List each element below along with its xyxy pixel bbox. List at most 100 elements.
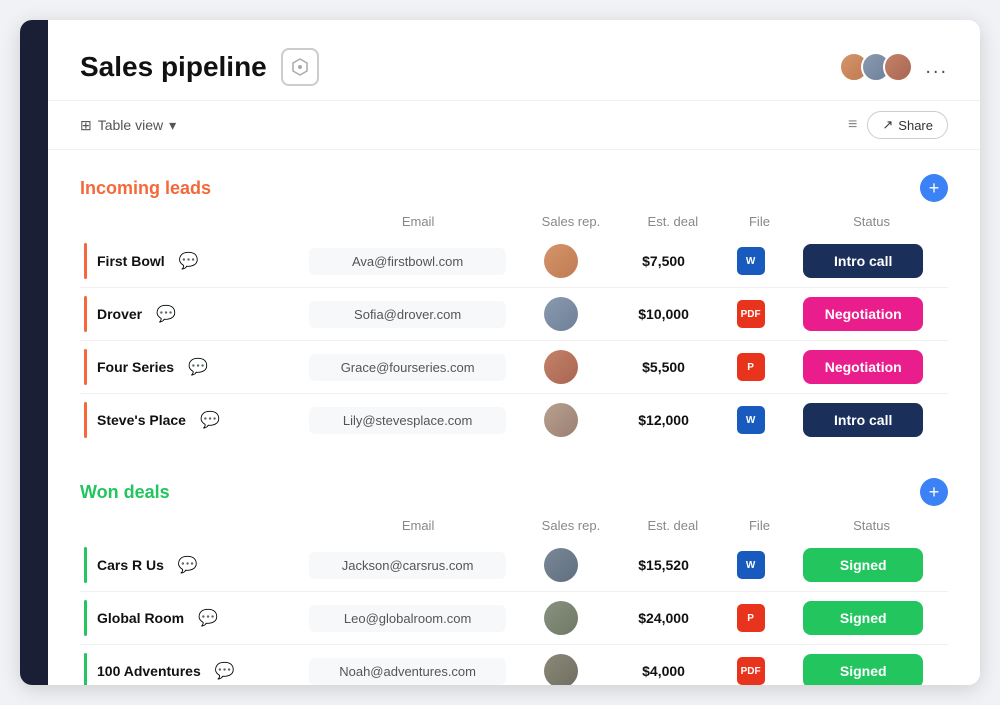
table-icon: ⊞ [80, 117, 92, 134]
won-col-name [92, 518, 316, 533]
status-button[interactable]: Intro call [803, 403, 923, 437]
file-badge[interactable]: PDF [737, 300, 765, 328]
share-button[interactable]: ↗ Share [867, 111, 948, 139]
left-bar [84, 600, 87, 636]
status-button[interactable]: Signed [803, 601, 923, 635]
cell-deal-1: $10,000 [612, 306, 714, 322]
cell-file-0: W [715, 551, 787, 579]
rep-avatar [544, 654, 578, 685]
won-rows: Cars R Us 💬 Jackson@carsrus.com $15,520 … [80, 539, 948, 685]
cell-file-1: PDF [715, 300, 787, 328]
cell-status-2: Negotiation [786, 350, 940, 384]
table-row: First Bowl 💬 Ava@firstbowl.com $7,500 W … [80, 235, 948, 288]
won-deals-section: Won deals + Email Sales rep. Est. deal F… [80, 478, 948, 685]
cell-email-1: Sofia@drover.com [309, 301, 506, 328]
toolbar: ⊞ Table view ▾ ≡ ↗ Share [48, 101, 980, 150]
table-row: Four Series 💬 Grace@fourseries.com $5,50… [80, 341, 948, 394]
hex-icon[interactable] [281, 48, 319, 86]
won-col-file: File [724, 518, 795, 533]
file-badge[interactable]: P [737, 353, 765, 381]
toolbar-right: ≡ ↗ Share [848, 111, 948, 139]
won-table: Email Sales rep. Est. deal File Status C… [80, 518, 948, 685]
rep-avatar [544, 297, 578, 331]
cell-email-0: Jackson@carsrus.com [309, 552, 506, 579]
cell-name-3: Steve's Place 💬 [80, 402, 305, 438]
chat-icon[interactable]: 💬 [188, 357, 208, 377]
status-button[interactable]: Signed [803, 548, 923, 582]
col-name [92, 214, 316, 229]
cell-deal-1: $24,000 [612, 610, 714, 626]
lead-name: Drover [97, 306, 142, 322]
file-badge[interactable]: W [737, 406, 765, 434]
col-file: File [724, 214, 795, 229]
status-button[interactable]: Intro call [803, 244, 923, 278]
file-badge[interactable]: W [737, 551, 765, 579]
header-left: Sales pipeline [80, 48, 319, 86]
rep-avatar [544, 350, 578, 384]
cell-file-2: PDF [715, 657, 787, 685]
team-avatars [839, 52, 913, 82]
table-row: 100 Adventures 💬 Noah@adventures.com $4,… [80, 645, 948, 685]
more-button[interactable]: ... [925, 56, 948, 79]
chat-icon[interactable]: 💬 [200, 410, 220, 430]
add-incoming-button[interactable]: + [920, 174, 948, 202]
table-row: Steve's Place 💬 Lily@stevesplace.com $12… [80, 394, 948, 446]
chat-icon[interactable]: 💬 [156, 304, 176, 324]
left-bar [84, 349, 87, 385]
won-section-header-row: Won deals + [80, 478, 948, 506]
col-rep: Sales rep. [520, 214, 622, 229]
table-row: Global Room 💬 Leo@globalroom.com $24,000… [80, 592, 948, 645]
table-view-toggle[interactable]: ⊞ Table view ▾ [80, 117, 176, 134]
table-row: Drover 💬 Sofia@drover.com $10,000 PDF Ne… [80, 288, 948, 341]
section-header-row: Incoming leads + [80, 174, 948, 202]
sidebar [20, 20, 48, 685]
file-badge[interactable]: PDF [737, 657, 765, 685]
left-bar [84, 296, 87, 332]
cell-file-3: W [715, 406, 787, 434]
cell-status-2: Signed [786, 654, 940, 685]
chat-icon[interactable]: 💬 [179, 251, 199, 271]
cell-email-0: Ava@firstbowl.com [309, 248, 506, 275]
cell-name-2: Four Series 💬 [80, 349, 305, 385]
incoming-col-headers: Email Sales rep. Est. deal File Status [80, 214, 948, 235]
status-button[interactable]: Negotiation [803, 350, 923, 384]
header: Sales pipeline ... [48, 20, 980, 101]
cell-file-0: W [715, 247, 787, 275]
rep-avatar [544, 548, 578, 582]
incoming-leads-section: Incoming leads + Email Sales rep. Est. d… [80, 174, 948, 446]
section-title-incoming: Incoming leads [80, 178, 211, 199]
rep-avatar [544, 601, 578, 635]
cell-name-2: 100 Adventures 💬 [80, 653, 305, 685]
cell-name-0: First Bowl 💬 [80, 243, 305, 279]
won-col-rep: Sales rep. [520, 518, 622, 533]
file-badge[interactable]: P [737, 604, 765, 632]
page-title: Sales pipeline [80, 51, 267, 83]
filter-icon[interactable]: ≡ [848, 116, 857, 134]
cell-email-2: Noah@adventures.com [309, 658, 506, 685]
cell-file-1: P [715, 604, 787, 632]
file-badge[interactable]: W [737, 247, 765, 275]
status-button[interactable]: Negotiation [803, 297, 923, 331]
cell-status-3: Intro call [786, 403, 940, 437]
cell-rep-0 [510, 548, 612, 582]
cell-deal-0: $15,520 [612, 557, 714, 573]
chat-icon[interactable]: 💬 [215, 661, 235, 681]
lead-name: Steve's Place [97, 412, 186, 428]
status-button[interactable]: Signed [803, 654, 923, 685]
chat-icon[interactable]: 💬 [178, 555, 198, 575]
cell-deal-3: $12,000 [612, 412, 714, 428]
cell-name-1: Global Room 💬 [80, 600, 305, 636]
left-bar [84, 243, 87, 279]
won-col-headers: Email Sales rep. Est. deal File Status [80, 518, 948, 539]
cell-deal-2: $5,500 [612, 359, 714, 375]
lead-name: First Bowl [97, 253, 165, 269]
cell-status-0: Signed [786, 548, 940, 582]
cell-email-2: Grace@fourseries.com [309, 354, 506, 381]
add-won-button[interactable]: + [920, 478, 948, 506]
cell-status-1: Signed [786, 601, 940, 635]
chat-icon[interactable]: 💬 [198, 608, 218, 628]
share-label: Share [898, 118, 933, 133]
cell-rep-1 [510, 297, 612, 331]
cell-name-0: Cars R Us 💬 [80, 547, 305, 583]
lead-name: 100 Adventures [97, 663, 201, 679]
